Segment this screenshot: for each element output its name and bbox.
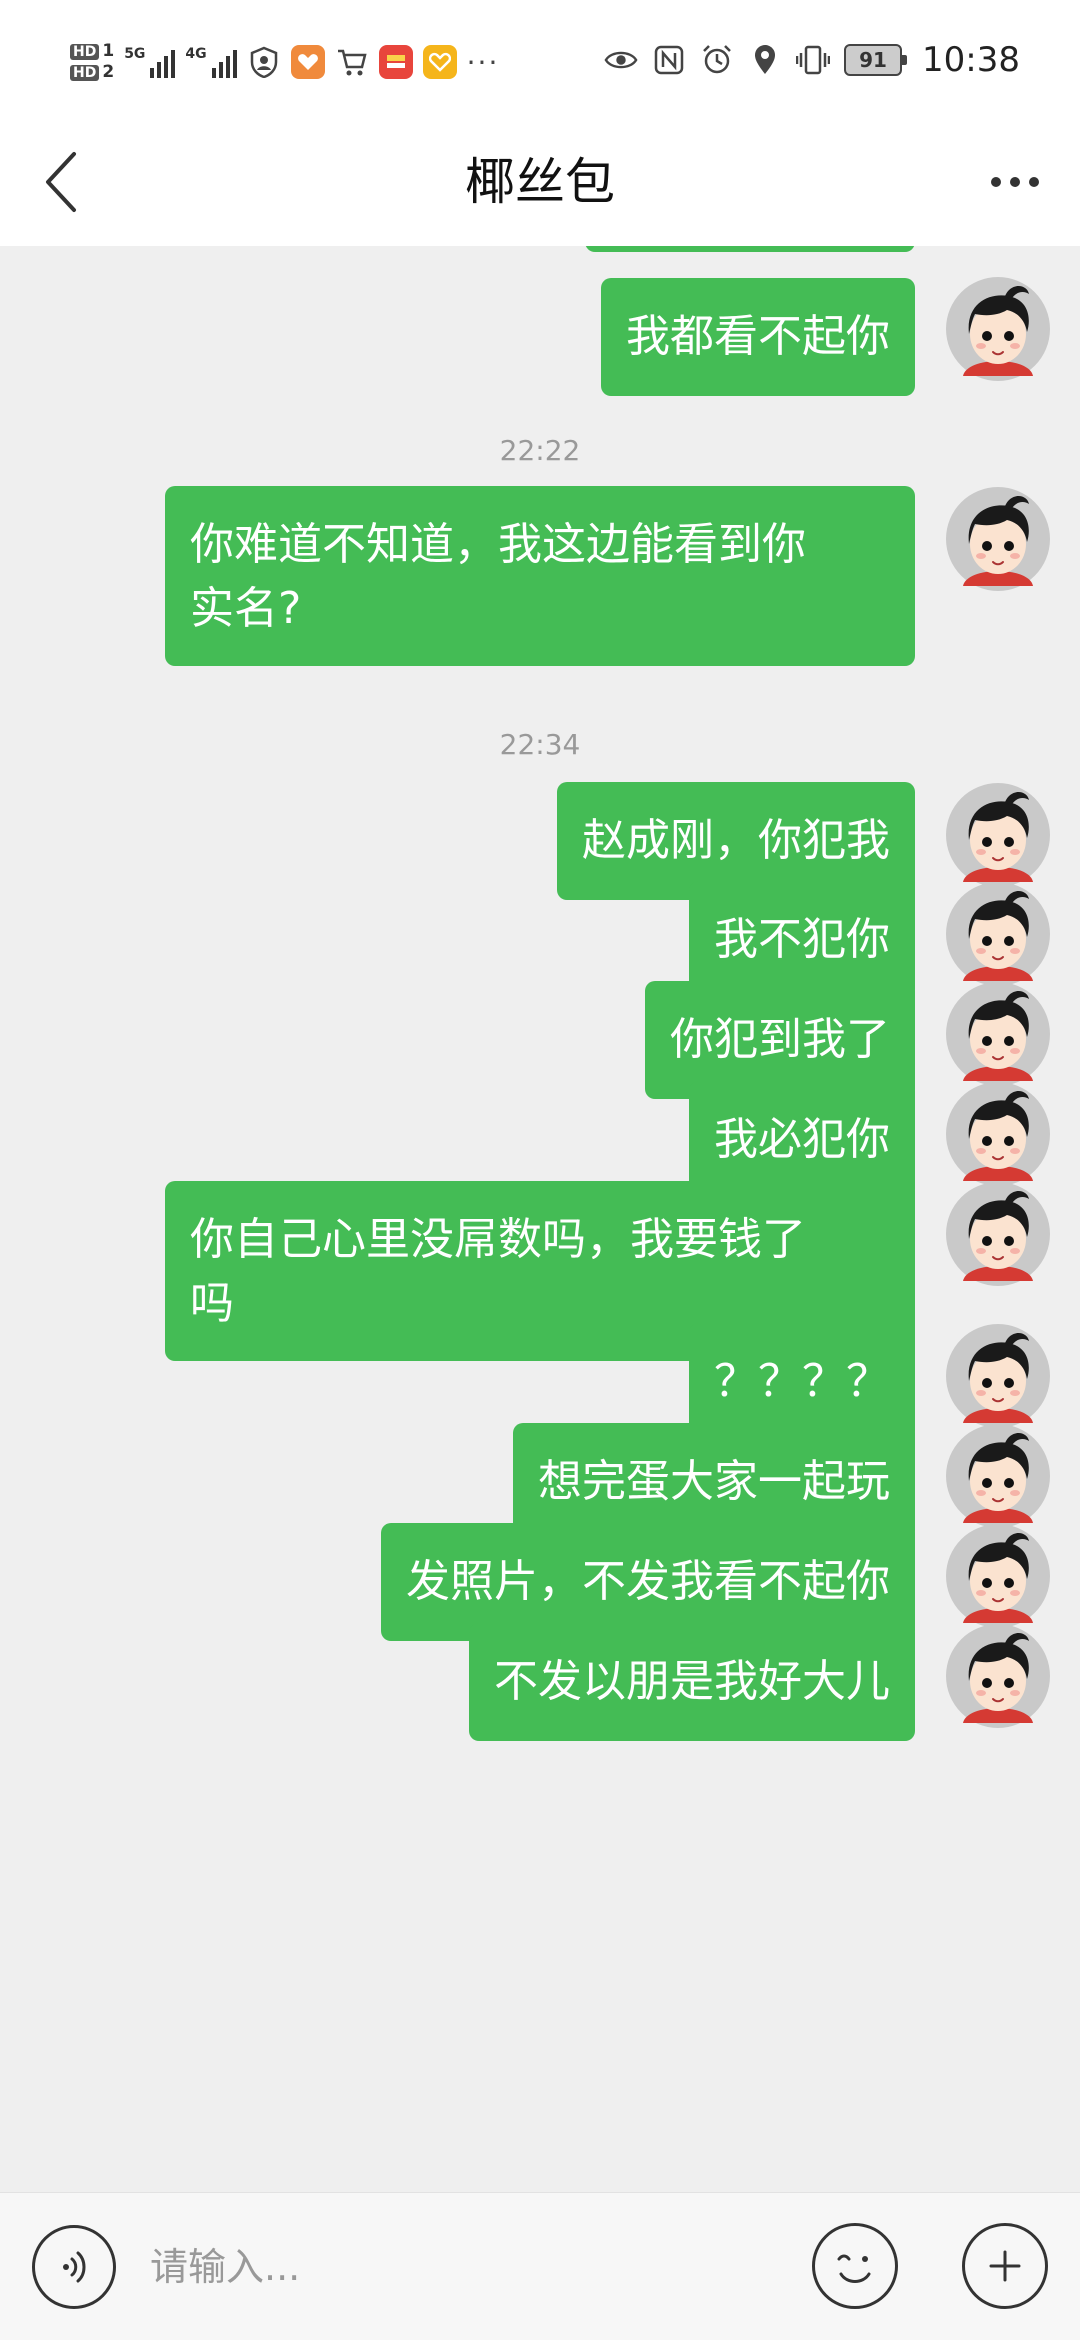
avatar[interactable] <box>945 881 1051 987</box>
more-options-button[interactable] <box>970 142 1060 222</box>
hd2-num: 2 <box>102 62 115 82</box>
hd2-label: HD <box>70 65 100 81</box>
plus-icon <box>989 2250 1021 2282</box>
avatar-image <box>946 277 1050 381</box>
status-right: 91 10:38 <box>604 30 1020 90</box>
avatar[interactable] <box>945 276 1051 382</box>
more-dot <box>1029 177 1039 187</box>
message-list[interactable]: 我都看不起你 22:22 你难道不知道，我这边能看到你 实名? 22:34 赵成… <box>0 246 1080 2192</box>
hd1-label: HD <box>70 44 100 60</box>
more-dot <box>991 177 1001 187</box>
avatar-image <box>946 1424 1050 1528</box>
status-bar: HD 1 HD 2 5G 4G ··· 91 10:38 <box>0 0 1080 120</box>
alarm-icon <box>700 43 734 77</box>
signal-4g-icon: 4G <box>185 46 237 78</box>
timestamp: 22:22 <box>499 434 581 467</box>
avatar-image <box>946 1524 1050 1628</box>
page-title: 椰丝包 <box>465 153 615 211</box>
hd1-num: 1 <box>102 41 115 61</box>
avatar[interactable] <box>945 782 1051 888</box>
avatar-image <box>946 1324 1050 1428</box>
signal-5g-icon: 5G <box>124 46 176 78</box>
avatar[interactable] <box>945 1181 1051 1287</box>
clock: 10:38 <box>922 40 1020 80</box>
message-line: 你难道不知道，我这边能看到你 <box>190 519 806 570</box>
avatar-image <box>946 1182 1050 1286</box>
hd-indicators: HD 1 HD 2 <box>70 43 114 81</box>
news-app-icon <box>378 45 413 79</box>
message-bubble[interactable]: 你难道不知道，我这边能看到你 实名? <box>165 486 915 666</box>
avatar[interactable] <box>945 1323 1051 1429</box>
shopping-cart-icon <box>335 45 369 79</box>
message-bubble-partial <box>585 246 915 252</box>
avatar-image <box>946 487 1050 591</box>
avatar-image <box>946 1624 1050 1728</box>
avatar[interactable] <box>945 981 1051 1087</box>
plus-button[interactable] <box>962 2223 1048 2309</box>
nfc-icon <box>652 43 686 77</box>
avatar-image <box>946 1082 1050 1186</box>
avatar[interactable] <box>945 1523 1051 1629</box>
privacy-shield-icon <box>247 45 281 79</box>
health-app-icon <box>290 45 325 79</box>
message-line: 你自己心里没屌数吗，我要钱了 <box>190 1214 806 1265</box>
location-icon <box>748 43 782 77</box>
chat-header: 椰丝包 <box>0 120 1080 246</box>
timestamp: 22:34 <box>499 728 581 761</box>
avatar[interactable] <box>945 1081 1051 1187</box>
avatar[interactable] <box>945 486 1051 592</box>
vibrate-icon <box>796 43 831 77</box>
voice-icon <box>63 2251 86 2283</box>
emoji-button[interactable] <box>812 2223 898 2309</box>
message-bubble[interactable]: 我都看不起你 <box>601 278 915 396</box>
voice-button[interactable] <box>32 2225 116 2309</box>
avatar-image <box>946 783 1050 887</box>
input-bar <box>0 2192 1080 2340</box>
more-dot <box>1010 177 1020 187</box>
emoji-icon <box>837 2254 871 2283</box>
avatar-image <box>946 982 1050 1086</box>
eye-icon <box>604 43 638 77</box>
message-input[interactable] <box>150 2230 750 2304</box>
avatar[interactable] <box>945 1623 1051 1729</box>
more-notifications-icon: ··· <box>466 45 500 79</box>
message-bubble[interactable]: 不发以朋是我好大儿 <box>469 1623 915 1741</box>
battery-level: 91 <box>859 48 887 72</box>
status-left: HD 1 HD 2 5G 4G ··· <box>70 32 499 92</box>
reward-app-icon <box>422 45 457 79</box>
battery-indicator: 91 <box>844 44 908 76</box>
message-line: 实名? <box>190 583 302 634</box>
avatar[interactable] <box>945 1423 1051 1529</box>
avatar-image <box>946 882 1050 986</box>
